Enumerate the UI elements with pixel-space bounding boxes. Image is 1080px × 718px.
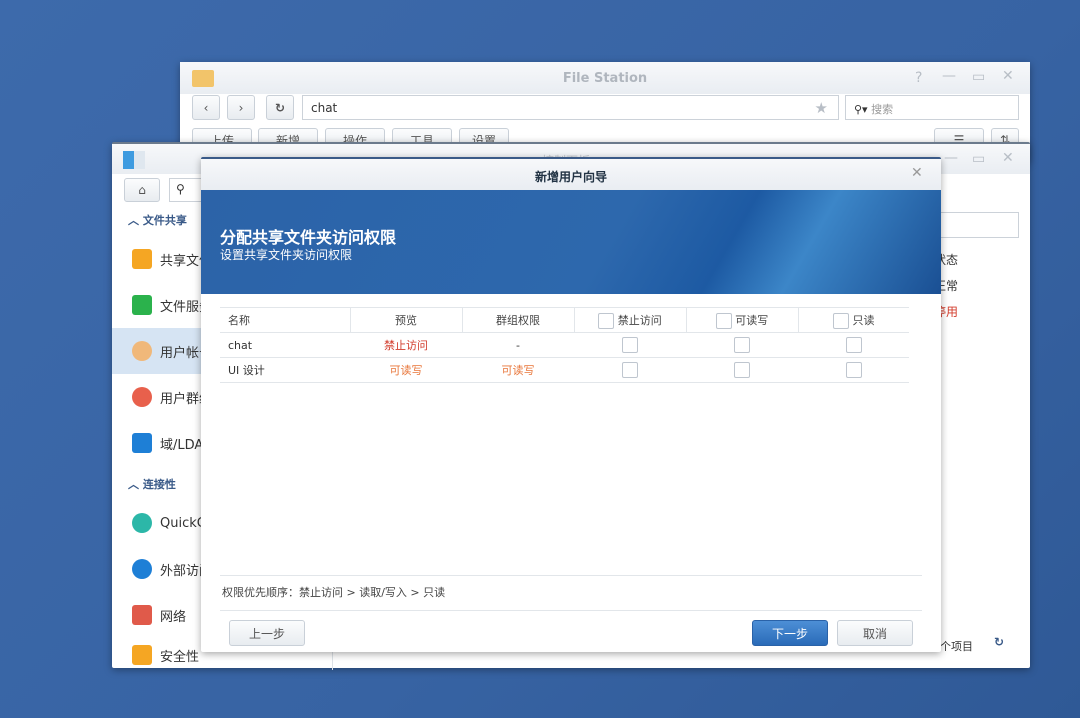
deny-all-checkbox[interactable] <box>598 312 615 329</box>
deny-checkbox[interactable] <box>622 337 638 353</box>
table-row: chat 禁止访问 - <box>220 332 909 358</box>
close-icon[interactable]: ✕ <box>1002 68 1014 84</box>
item-count: 个项目 <box>940 640 973 653</box>
user-search-input[interactable] <box>934 212 1019 238</box>
permission-priority-note: 权限优先顺序：禁止访问 > 读取/写入 > 只读 <box>222 586 446 599</box>
read-write-all-checkbox[interactable] <box>715 312 732 329</box>
col-group: 群组权限 <box>462 307 575 333</box>
maximize-icon[interactable]: ▭ <box>972 151 985 167</box>
search-icon: ⚲ <box>176 182 185 196</box>
help-icon[interactable]: ? <box>915 70 922 86</box>
table-header: 名称 预览 群组权限 禁止访问 可读写 只读 <box>220 307 909 333</box>
window-title: File Station <box>562 71 648 86</box>
minimize-icon[interactable]: — <box>944 150 958 166</box>
forward-button[interactable]: › <box>227 95 255 120</box>
read-only-checkbox[interactable] <box>845 337 862 353</box>
globe-icon <box>132 559 152 579</box>
control-panel-icon <box>123 151 145 169</box>
step-heading: 分配共享文件夹访问权限 <box>220 228 397 247</box>
close-icon[interactable]: ✕ <box>911 165 923 181</box>
back-button[interactable]: ‹ <box>192 95 220 120</box>
refresh-icon[interactable]: ↻ <box>994 635 1004 649</box>
refresh-button[interactable]: ↻ <box>266 95 294 120</box>
col-deny: 禁止访问 <box>574 307 687 333</box>
close-icon[interactable]: ✕ <box>1002 150 1014 166</box>
read-only-checkbox[interactable] <box>845 362 862 378</box>
read-write-checkbox[interactable] <box>734 362 750 378</box>
col-preview: 预览 <box>350 307 463 333</box>
home-button[interactable]: ⌂ <box>124 178 160 202</box>
maximize-icon[interactable]: ▭ <box>972 69 985 85</box>
minimize-icon[interactable]: — <box>942 68 956 84</box>
deny-checkbox[interactable] <box>622 362 638 378</box>
add-user-wizard-dialog: 新增用户向导 ✕ 分配共享文件夹访问权限 设置共享文件夹访问权限 名称 预览 群… <box>201 157 941 652</box>
previous-button[interactable]: 上一步 <box>229 620 305 646</box>
section-file-sharing[interactable]: ︿ 文件共享 <box>128 212 187 228</box>
path-input[interactable]: chat ★ <box>302 95 839 120</box>
col-read-only: 只读 <box>798 307 909 333</box>
dialog-title: 新增用户向导 <box>534 170 607 184</box>
cancel-button[interactable]: 取消 <box>837 620 913 646</box>
search-icon: ⚲▾ <box>854 103 868 116</box>
shared-folder-icon <box>132 249 152 269</box>
read-only-all-checkbox[interactable] <box>833 312 849 329</box>
permissions-table: 名称 预览 群组权限 禁止访问 可读写 只读 chat 禁止访问 - UI 设计… <box>220 307 909 383</box>
read-write-checkbox[interactable] <box>734 337 750 353</box>
network-house-icon <box>132 605 152 625</box>
shield-icon <box>132 645 152 665</box>
col-read-write: 可读写 <box>686 307 799 333</box>
section-connectivity[interactable]: ︿ 连接性 <box>128 476 176 492</box>
star-icon[interactable]: ★ <box>815 99 828 117</box>
domain-icon <box>132 433 152 453</box>
banner: 分配共享文件夹访问权限 设置共享文件夹访问权限 <box>201 190 941 294</box>
table-row: UI 设计 可读写 可读写 <box>220 357 909 383</box>
file-services-icon <box>132 295 152 315</box>
user-icon <box>132 341 152 361</box>
col-name: 名称 <box>220 307 351 333</box>
search-input[interactable]: ⚲▾ 搜索 <box>845 95 1019 120</box>
step-subheading: 设置共享文件夹访问权限 <box>220 248 353 262</box>
next-button[interactable]: 下一步 <box>752 620 828 646</box>
cloud-icon <box>132 513 152 533</box>
group-icon <box>132 387 152 407</box>
